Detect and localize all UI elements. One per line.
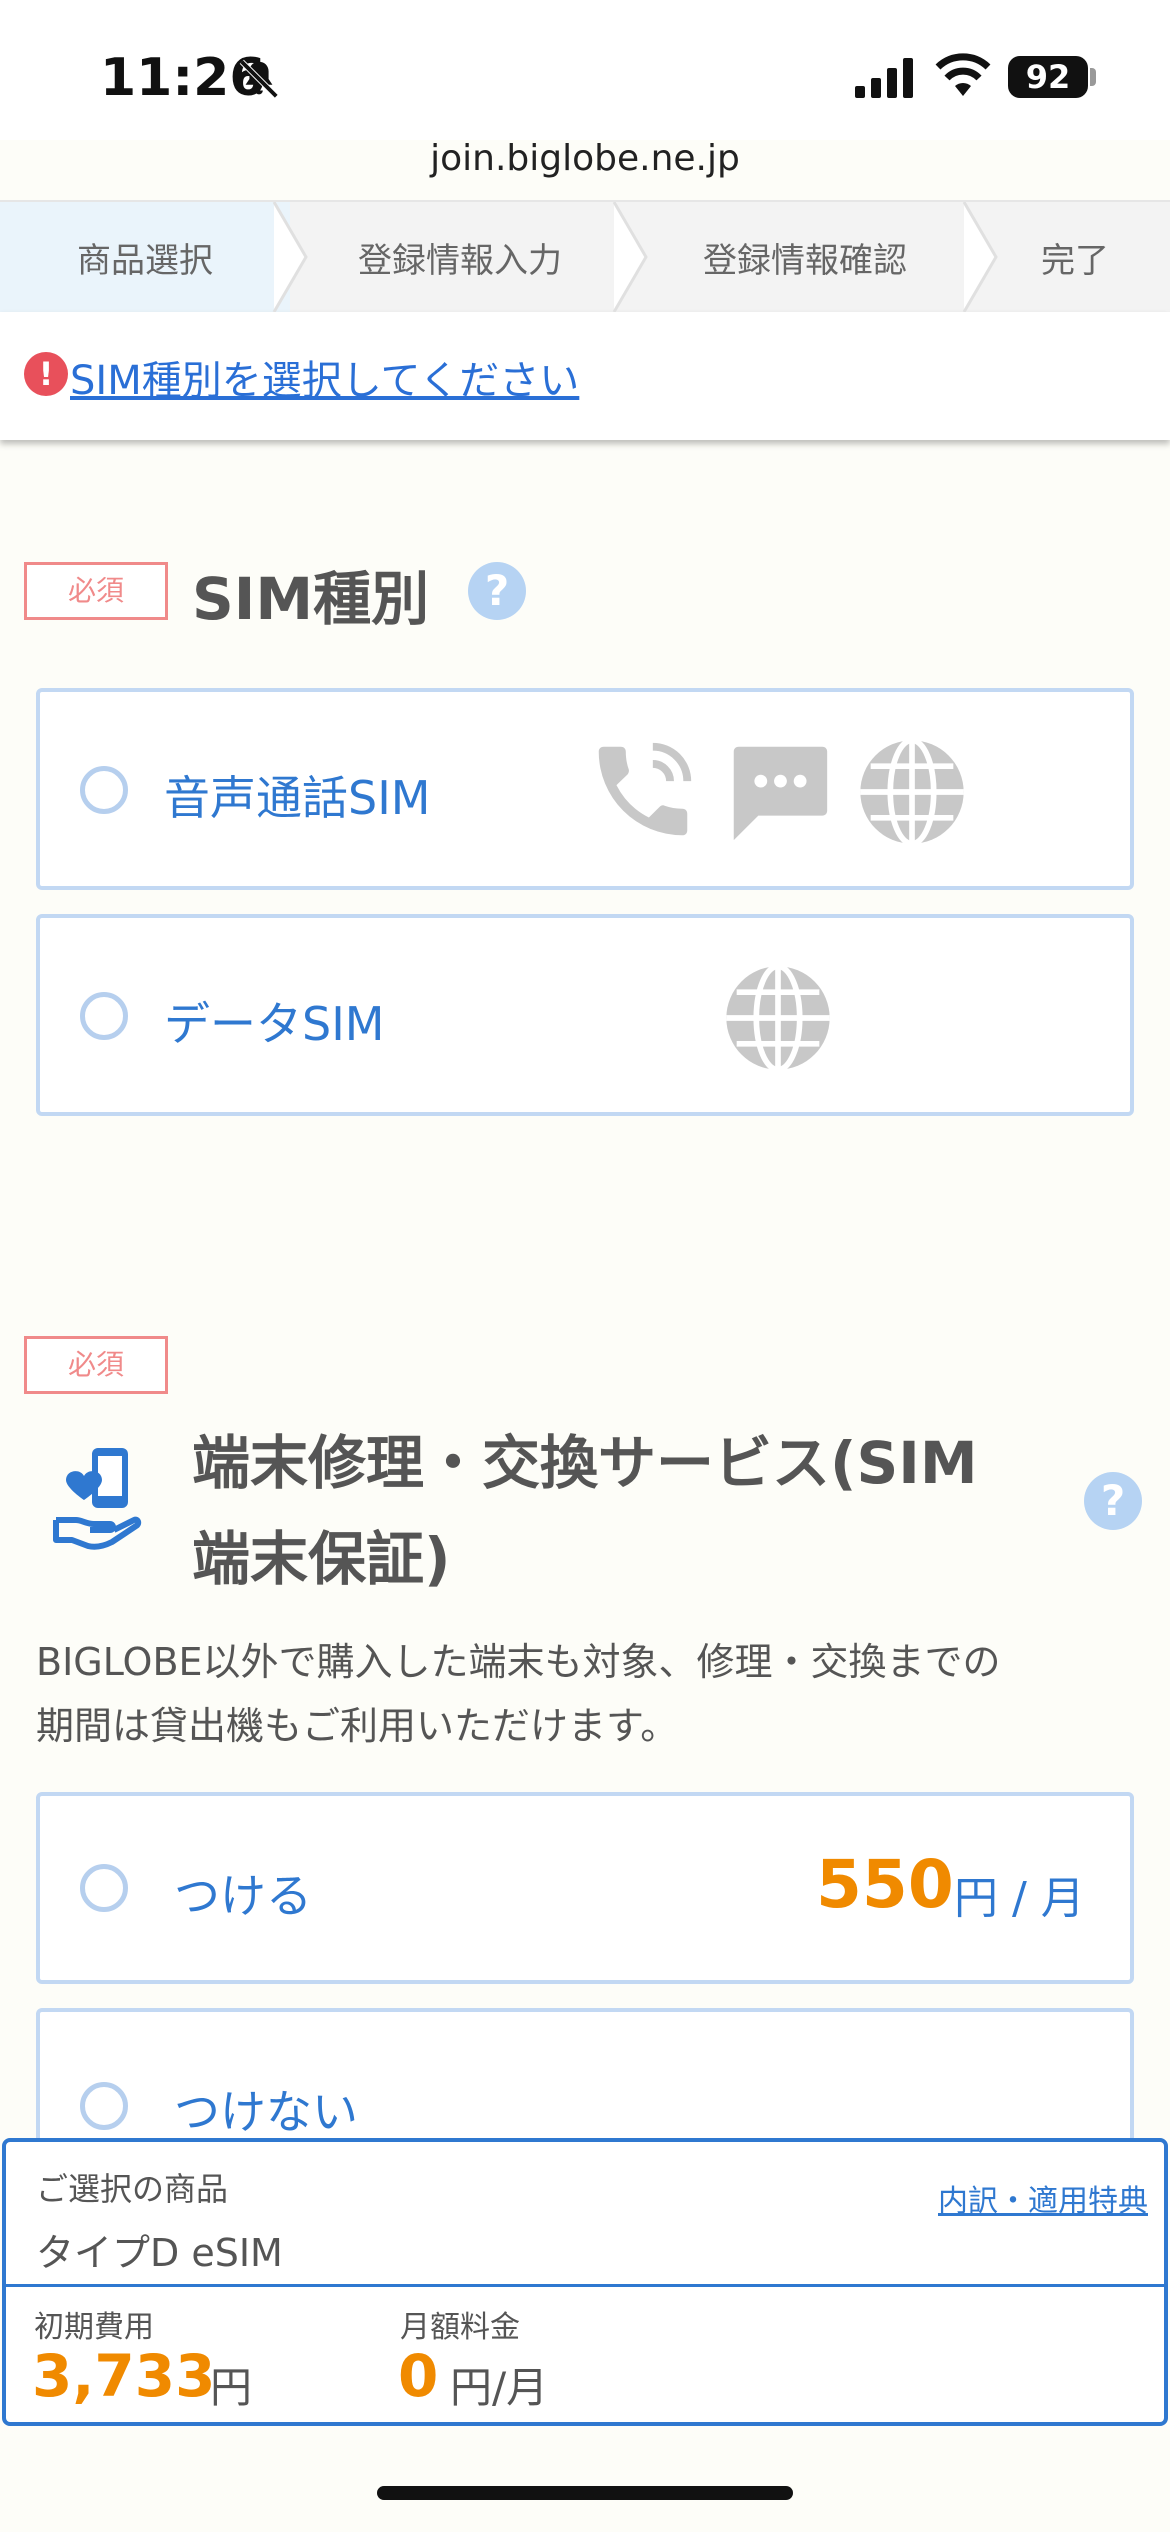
initial-cost-value: 3,733: [32, 2342, 216, 2410]
details-link[interactable]: 内訳・適用特典: [938, 2176, 1148, 2220]
radio-not-attach[interactable]: [80, 2082, 128, 2130]
required-badge: 必須: [24, 1336, 168, 1394]
url-bar[interactable]: join.biglobe.ne.jp: [0, 138, 1170, 179]
initial-cost-unit: 円: [210, 2363, 253, 2412]
device-service-title-line2: 端末保証): [192, 1525, 451, 1593]
order-summary: ご選択の商品 内訳・適用特典 タイプD eSIM 初期費用 3,733 円 月額…: [2, 2138, 1168, 2426]
error-icon: !: [24, 352, 68, 396]
required-badge: 必須: [24, 562, 168, 620]
wifi-icon: [935, 53, 991, 96]
option-voice-sim[interactable]: 音声通話SIM: [36, 688, 1134, 890]
step-label: 完了: [1041, 240, 1109, 281]
radio-voice-sim[interactable]: [80, 766, 128, 814]
radio-data-sim[interactable]: [80, 992, 128, 1040]
device-service-description: BIGLOBE以外で購入した端末も対象、修理・交換までの 期間は貸出機もご利用い…: [36, 1630, 1136, 1758]
status-bar: 11:26 92 join.biglobe.ne.jp: [0, 0, 1170, 179]
globe-icon: [860, 737, 964, 847]
summary-divider: [6, 2284, 1164, 2287]
battery-tip: [1090, 68, 1096, 86]
option-label: データSIM: [164, 997, 385, 1051]
initial-cost-label: 初期費用: [34, 2310, 154, 2345]
step-registration-input: 登録情報入力: [290, 202, 648, 312]
device-service-title-line1: 端末修理・交換サービス(SIM: [192, 1429, 978, 1497]
monthly-fee-unit: 円/月: [450, 2363, 549, 2412]
sim-type-title: SIM種別: [192, 565, 430, 633]
option-attach[interactable]: つける 550 円 / 月: [36, 1792, 1134, 1984]
monthly-fee-label: 月額料金: [400, 2310, 520, 2345]
price-unit: 円 / 月: [954, 1873, 1085, 1924]
selected-product-label: ご選択の商品: [36, 2170, 229, 2208]
help-icon[interactable]: ?: [468, 562, 526, 620]
error-link[interactable]: SIM種別を選択してください: [70, 348, 579, 406]
radio-attach[interactable]: [80, 1864, 128, 1912]
home-indicator[interactable]: [377, 2486, 793, 2500]
progress-steps: 商品選択 登録情報入力 登録情報確認 完了: [0, 200, 1170, 312]
device-protection-icon: [53, 1448, 142, 1550]
sms-icon: [733, 746, 828, 841]
step-label: 商品選択: [77, 240, 213, 281]
step-registration-confirm: 登録情報確認: [630, 202, 998, 312]
error-banner: ! SIM種別を選択してください: [0, 312, 1170, 440]
battery-indicator: 92: [1008, 56, 1088, 98]
monthly-fee-value: 0: [398, 2342, 439, 2410]
chevron-right-icon: [962, 202, 998, 312]
price-value: 550: [816, 1846, 954, 1923]
step-label: 登録情報確認: [703, 240, 907, 281]
step-complete: 完了: [980, 202, 1170, 312]
chevron-right-icon: [612, 202, 648, 312]
step-label: 登録情報入力: [358, 240, 562, 281]
option-label: つけない: [174, 2085, 358, 2139]
help-icon[interactable]: ?: [1084, 1472, 1142, 1530]
phone-icon: [598, 742, 692, 836]
option-data-sim[interactable]: データSIM: [36, 914, 1134, 1116]
selected-product: タイプD eSIM: [36, 2231, 283, 2275]
option-label: 音声通話SIM: [164, 771, 431, 825]
bell-muted-icon: [239, 59, 279, 99]
cellular-signal-icon: [855, 58, 913, 98]
description-line: BIGLOBE以外で購入した端末も対象、修理・交換までの: [36, 1640, 1001, 1684]
chevron-right-icon: [272, 202, 308, 312]
option-label: つける: [174, 1869, 312, 1923]
globe-icon: [726, 963, 830, 1073]
description-line: 期間は貸出機もご利用いただけます。: [36, 1704, 679, 1748]
step-product-select: 商品選択: [0, 202, 308, 312]
